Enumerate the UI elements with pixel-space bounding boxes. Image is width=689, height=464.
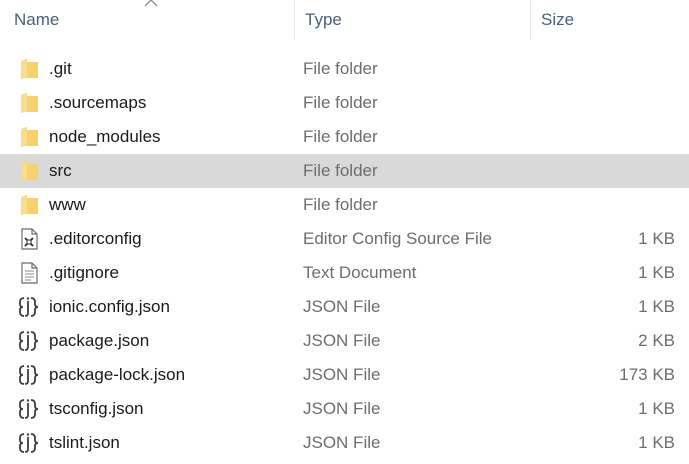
file-name: .gitignore (49, 263, 119, 282)
json-file-icon (18, 431, 40, 455)
file-name: package.json (49, 331, 150, 350)
folder-icon (18, 159, 40, 183)
file-row[interactable]: package.json JSON File 2 KB (0, 324, 689, 358)
file-size: 1 KB (638, 263, 675, 282)
file-name: ionic.config.json (49, 297, 170, 316)
file-name: www (49, 195, 86, 214)
file-type: File folder (303, 195, 378, 214)
column-header-size[interactable]: Size (530, 0, 689, 40)
column-header-bar: Name Type Size (0, 0, 689, 40)
file-size: 1 KB (638, 433, 675, 452)
editorconfig-file-icon (18, 227, 40, 251)
folder-icon (18, 125, 40, 149)
json-file-icon (18, 397, 40, 421)
file-type: File folder (303, 127, 378, 146)
sort-ascending-icon (144, 0, 158, 7)
file-size: 1 KB (638, 229, 675, 248)
folder-icon (18, 57, 40, 81)
file-row[interactable]: .editorconfig Editor Config Source File 1 … (0, 222, 689, 256)
file-size: 173 KB (619, 365, 675, 384)
column-header-type[interactable]: Type (294, 0, 530, 40)
file-name: .git (49, 59, 72, 78)
file-row[interactable]: .gitignore Text Document 1 KB (0, 256, 689, 290)
file-type: JSON File (303, 399, 381, 418)
file-row[interactable]: tslint.json JSON File 1 KB (0, 426, 689, 460)
file-type: JSON File (303, 365, 381, 384)
file-size: 2 KB (638, 331, 675, 350)
file-row[interactable]: ionic.config.json JSON File 1 KB (0, 290, 689, 324)
folder-icon (18, 91, 40, 115)
json-file-icon (18, 329, 40, 353)
file-row[interactable]: .sourcemaps File folder (0, 86, 689, 120)
column-header-size-label: Size (541, 10, 575, 29)
file-type: Editor Config Source File (303, 229, 492, 248)
file-list: .git File folder .sourcemaps File folder nod… (0, 52, 689, 460)
file-type: JSON File (303, 433, 381, 452)
file-size: 1 KB (638, 297, 675, 316)
file-name: .sourcemaps (49, 93, 147, 112)
file-name: src (49, 161, 72, 180)
file-type: File folder (303, 93, 378, 112)
file-row[interactable]: .git File folder (0, 52, 689, 86)
file-name: tsconfig.json (49, 399, 144, 418)
file-row[interactable]: www File folder (0, 188, 689, 222)
file-type: Text Document (303, 263, 417, 282)
json-file-icon (18, 363, 40, 387)
text-file-icon (18, 261, 40, 285)
folder-icon (18, 193, 40, 217)
file-type: File folder (303, 59, 378, 78)
file-type: JSON File (303, 297, 381, 316)
file-name: .editorconfig (49, 229, 142, 248)
file-row[interactable]: node_modules File folder (0, 120, 689, 154)
column-header-name-label: Name (14, 10, 60, 29)
file-row[interactable]: src File folder (0, 154, 689, 188)
file-row[interactable]: package-lock.json JSON File 173 KB (0, 358, 689, 392)
file-name: node_modules (49, 127, 161, 146)
json-file-icon (18, 295, 40, 319)
file-size: 1 KB (638, 399, 675, 418)
file-explorer-list: Name Type Size .git File folder .sourcemap… (0, 0, 689, 464)
column-header-type-label: Type (305, 10, 342, 29)
file-type: JSON File (303, 331, 381, 350)
file-name: package-lock.json (49, 365, 186, 384)
file-name: tslint.json (49, 433, 120, 452)
file-type: File folder (303, 161, 378, 180)
file-row[interactable]: tsconfig.json JSON File 1 KB (0, 392, 689, 426)
